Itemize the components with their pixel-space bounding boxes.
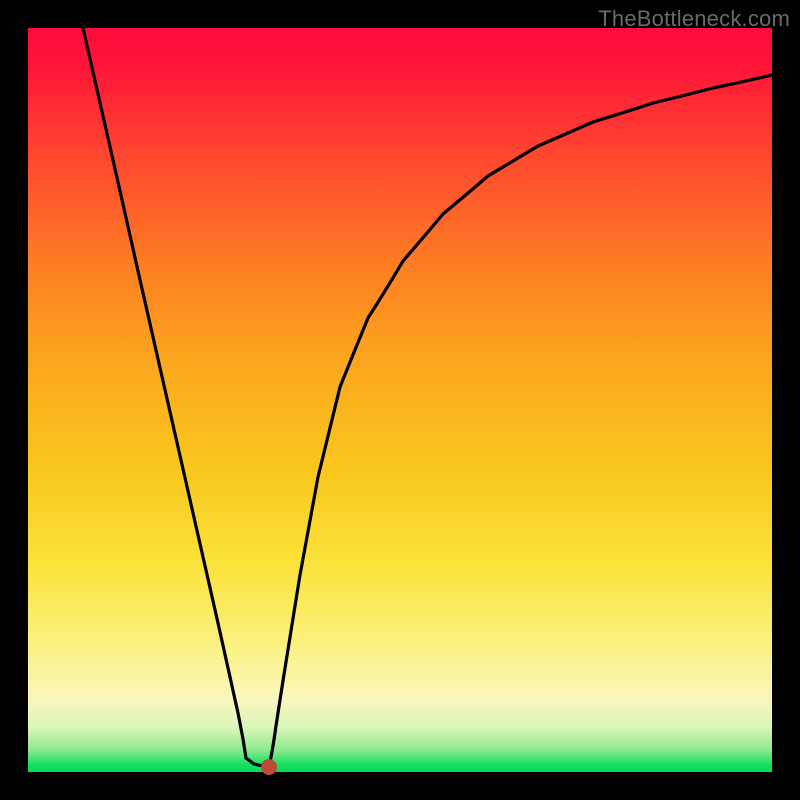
watermark-text: TheBottleneck.com [598, 6, 790, 32]
curve-left-branch [83, 28, 246, 758]
minimum-marker [261, 759, 277, 775]
bottleneck-curve [28, 28, 772, 772]
plot-area [28, 28, 772, 772]
outer-frame: TheBottleneck.com [0, 0, 800, 800]
curve-right-branch [269, 75, 772, 767]
